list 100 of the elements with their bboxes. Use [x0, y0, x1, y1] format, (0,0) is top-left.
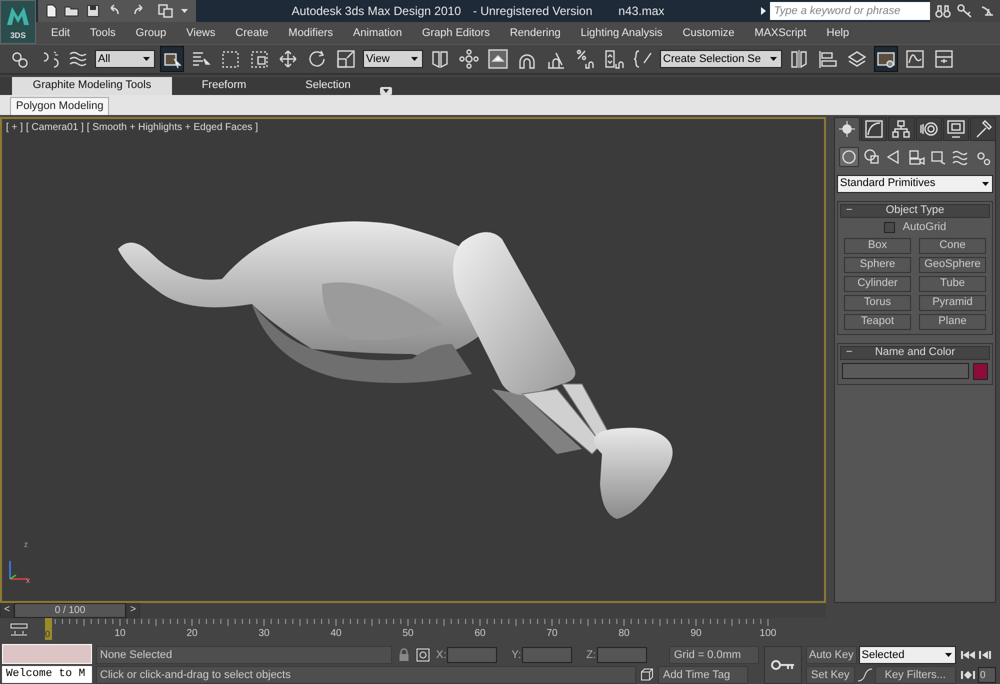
open-folder-icon[interactable]	[64, 4, 80, 18]
rollout-header[interactable]: − Object Type	[840, 204, 990, 218]
previous-frame-button[interactable]: <	[0, 602, 14, 618]
ribbon-tab[interactable]: Selection	[276, 76, 380, 95]
select-object-button[interactable]	[160, 46, 184, 72]
go-to-start-icon[interactable]	[960, 650, 976, 660]
menu-item[interactable]: Create	[228, 24, 276, 42]
y-coordinate-field[interactable]	[522, 647, 572, 663]
menu-item[interactable]: Modifiers	[281, 24, 340, 42]
tick-label: 70	[546, 627, 558, 641]
primitive-button[interactable]: Tube	[919, 276, 986, 292]
dropdown[interactable]: All	[95, 50, 155, 68]
primitive-button[interactable]: Cylinder	[844, 276, 911, 292]
viewport-label[interactable]: [ Camera01 ]	[26, 120, 84, 135]
key-filters-button[interactable]: Key Filters...	[874, 666, 956, 684]
rollout-header[interactable]: − Name and Color	[840, 346, 990, 360]
key-icon[interactable]	[957, 4, 973, 18]
menu-item[interactable]: Help	[820, 24, 856, 42]
add-time-tag-button[interactable]: Add Time Tag	[658, 666, 748, 684]
curve-tab[interactable]	[861, 116, 888, 141]
coordinate-label: Z:	[586, 648, 596, 663]
listener-output[interactable]: Welcome to M	[2, 666, 92, 683]
primitive-button[interactable]: Pyramid	[919, 294, 986, 311]
tangent-curve-icon[interactable]	[856, 668, 873, 682]
lock-icon[interactable]	[398, 648, 410, 662]
previous-frame-icon[interactable]	[978, 650, 992, 660]
expand-arrow-icon[interactable]	[760, 6, 768, 16]
viewport[interactable]: [ + ] [ Camera01 ] [ Smooth + Highlights + Edged Faces ] z x	[0, 116, 826, 603]
new-file-icon[interactable]	[44, 4, 58, 18]
menu-item[interactable]: Customize	[676, 24, 742, 42]
current-frame-field[interactable]: 0	[978, 667, 996, 683]
dropdown[interactable]: Create Selection Se	[660, 50, 782, 68]
track-bar-icon[interactable]	[9, 622, 29, 638]
next-frame-button[interactable]: >	[126, 602, 140, 618]
primitive-button[interactable]: Teapot	[844, 314, 911, 330]
primitive-button[interactable]: Box	[844, 238, 911, 254]
cube-icon[interactable]	[640, 668, 654, 682]
caret-icon[interactable]	[944, 652, 953, 658]
name-field[interactable]	[842, 363, 969, 380]
primitive-button[interactable]: Plane	[919, 314, 986, 330]
panel-tab[interactable]: Polygon Modeling	[10, 96, 110, 115]
logo[interactable]	[5, 5, 31, 27]
track-bar[interactable]: 0 10 20 30 40 50 60 70 80 90 100	[38, 618, 786, 644]
listener-field[interactable]	[2, 644, 92, 664]
x-coordinate-field[interactable]	[447, 647, 498, 663]
ribbon-toggle-icon[interactable]	[380, 86, 392, 95]
set-key-mode-button[interactable]: Set Key	[806, 666, 855, 684]
primitive-button[interactable]: Torus	[844, 294, 911, 311]
hierarchy-tab[interactable]	[888, 116, 915, 141]
motion-tab[interactable]	[916, 116, 942, 141]
schematic-view-button[interactable]	[874, 46, 898, 72]
transform-mode-icon[interactable]	[416, 648, 430, 662]
viewport-label[interactable]: [ Smooth + Highlights + Edged Faces ]	[86, 120, 258, 135]
binoculars-icon[interactable]	[935, 4, 951, 18]
checkbox[interactable]	[884, 222, 895, 234]
menu-item[interactable]: Views	[179, 24, 222, 42]
caret-icon[interactable]	[769, 56, 778, 62]
window-title: Autodesk 3ds Max Design 2010	[292, 3, 461, 20]
frame-slider-handle[interactable]: 0	[45, 618, 52, 640]
primitive-button[interactable]: GeoSphere	[919, 256, 986, 273]
ribbon-tab[interactable]: Freeform	[172, 76, 276, 95]
caret-icon[interactable]	[142, 56, 151, 62]
menu-item[interactable]: Animation	[346, 24, 409, 42]
key-mode-toggle-icon[interactable]	[960, 670, 976, 680]
category-dropdown[interactable]: Standard Primitives	[837, 174, 993, 193]
time-slider-track[interactable]: < 0 / 100 >	[0, 602, 826, 618]
dropdown[interactable]: View	[363, 50, 423, 68]
time-slider-thumb[interactable]: 0 / 100	[14, 602, 126, 618]
primitive-button[interactable]: Sphere	[844, 256, 911, 273]
caret-icon[interactable]	[981, 180, 990, 187]
display-tab[interactable]	[942, 116, 969, 141]
ribbon-tab[interactable]: Graphite Modeling Tools	[12, 76, 172, 95]
z-coordinate-field[interactable]	[596, 647, 647, 663]
tick-label: 10	[114, 627, 126, 641]
color-swatch[interactable]	[973, 362, 988, 380]
key-mode-dropdown[interactable]: Selected	[858, 646, 956, 664]
menu-item[interactable]: Graph Editors	[414, 24, 497, 42]
key-icon	[771, 659, 795, 671]
axis-label: x	[26, 574, 30, 587]
file-name: n43.max	[618, 3, 664, 20]
application-button[interactable]: 3DS	[0, 0, 36, 44]
viewport-label[interactable]: [ + ]	[6, 120, 23, 135]
sphere-button[interactable]	[839, 146, 859, 167]
search-field[interactable]: Type a keyword or phrase	[770, 2, 930, 20]
save-icon[interactable]	[86, 4, 100, 18]
primitive-button[interactable]: Cone	[919, 238, 986, 254]
menu-item[interactable]: Rendering	[502, 24, 568, 42]
menu-item[interactable]: Tools	[82, 24, 123, 42]
menu-item[interactable]: Lighting Analysis	[574, 24, 670, 42]
menu-item[interactable]: MAXScript	[748, 24, 814, 42]
set-key-button[interactable]	[764, 646, 802, 684]
create-tab[interactable]	[834, 116, 860, 141]
hammer-tab[interactable]	[970, 116, 996, 141]
license-status: - Unregistered Version	[473, 3, 592, 20]
menu-item[interactable]: Group	[128, 24, 174, 42]
windows-icon[interactable]	[158, 4, 174, 18]
menu-item[interactable]: Edit	[44, 24, 77, 42]
coordinate-label: X:	[436, 648, 446, 663]
auto-key-button[interactable]: Auto Key	[806, 646, 857, 664]
caret-icon[interactable]	[410, 56, 419, 62]
